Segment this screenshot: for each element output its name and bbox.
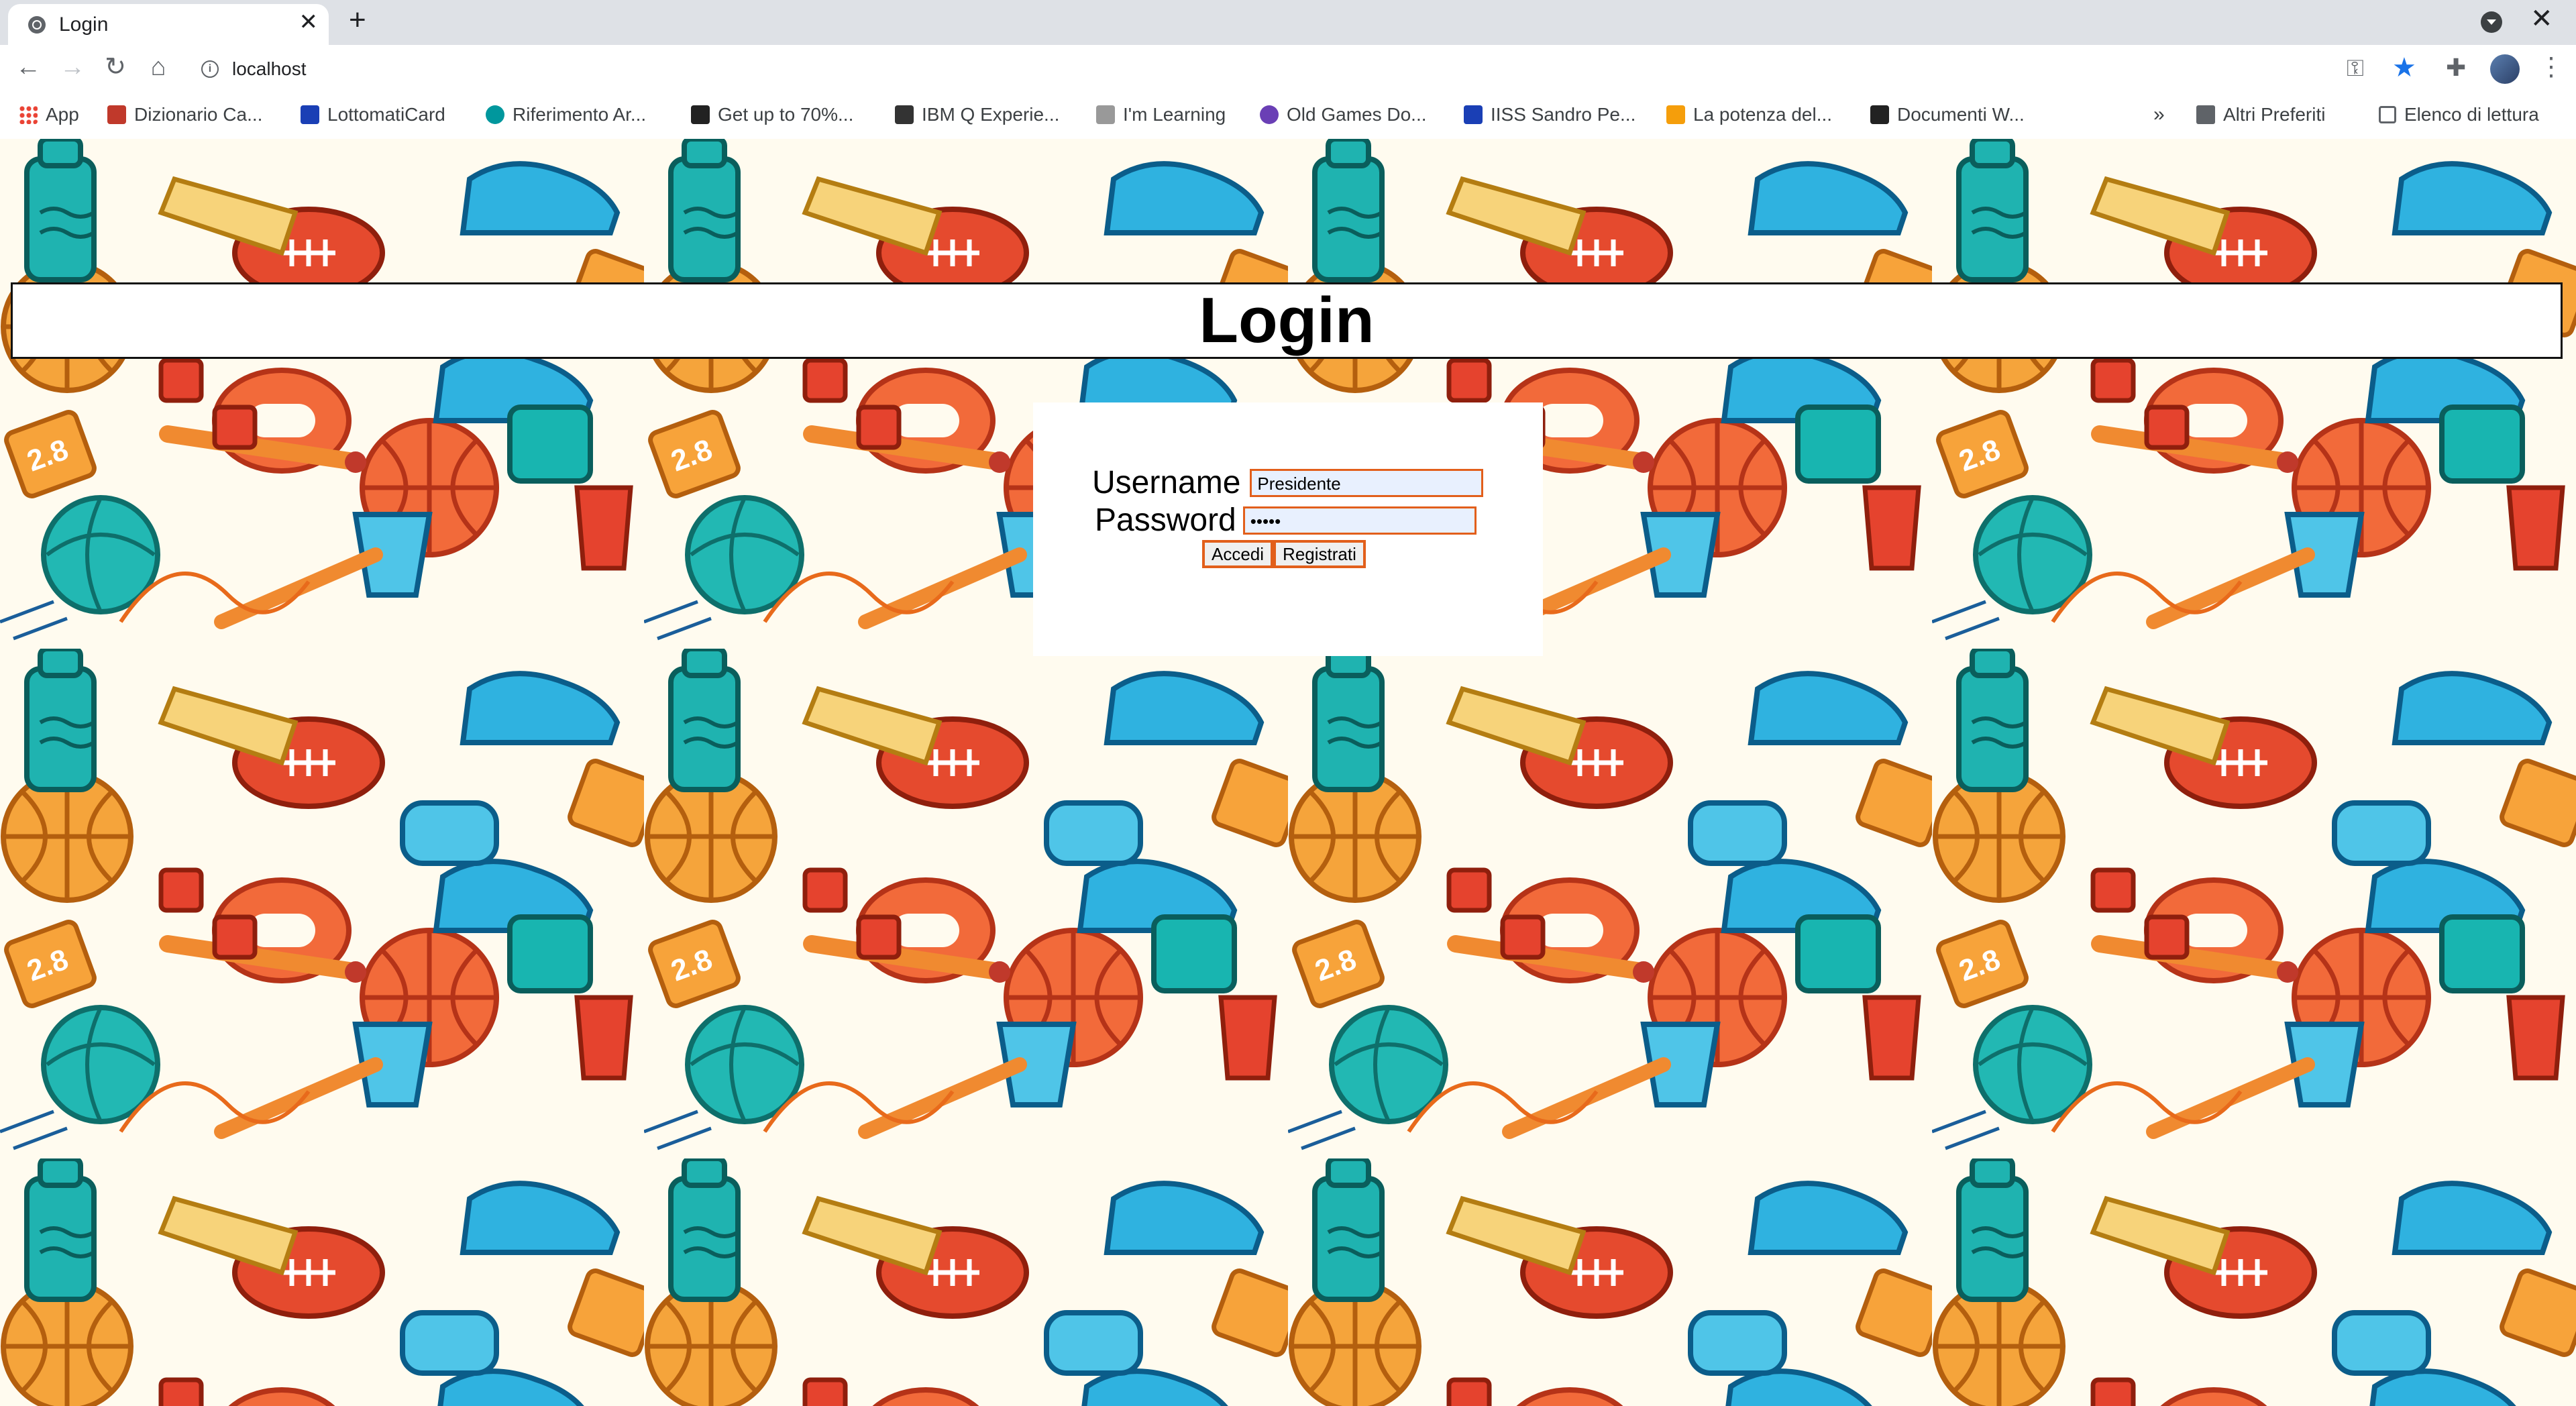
password-key-icon[interactable]: ⚿ xyxy=(2347,57,2364,80)
bookmark-ibm-q[interactable]: IBM Q Experie... xyxy=(895,101,1059,128)
url-text: localhost xyxy=(232,58,307,79)
back-icon[interactable]: ← xyxy=(13,54,43,80)
page-title: Login xyxy=(1199,284,1375,356)
password-input[interactable]: ••••• xyxy=(1242,506,1477,535)
bookmark-old-games[interactable]: Old Games Do... xyxy=(1260,101,1427,128)
address-bar[interactable]: i localhost xyxy=(188,50,2388,88)
register-button[interactable]: Registrati xyxy=(1273,540,1366,568)
q-logo-icon xyxy=(895,105,914,124)
learning-icon xyxy=(1096,105,1115,124)
login-form: Username Presidente Password ••••• Acced… xyxy=(1033,402,1543,656)
tab-strip: Login ✕ + ✕ xyxy=(0,0,2576,45)
site-info-icon[interactable]: i xyxy=(201,60,219,78)
home-icon[interactable]: ⌂ xyxy=(144,54,173,80)
password-row: Password ••••• xyxy=(1095,502,1477,539)
com-logo-icon xyxy=(691,105,710,124)
bookmark-folder-altri-preferiti[interactable]: Altri Preferiti xyxy=(2196,101,2325,128)
bookmark-dizionario[interactable]: Dizionario Ca... xyxy=(107,101,262,128)
school-icon xyxy=(1464,105,1483,124)
bookmark-im-learning[interactable]: I'm Learning xyxy=(1096,101,1226,128)
bookmarks-bar: App Dizionario Ca... LottomatiCard Rifer… xyxy=(0,93,2576,140)
s-logo-icon xyxy=(301,105,319,124)
bookmark-iiss[interactable]: IISS Sandro Pe... xyxy=(1464,101,1635,128)
reload-icon[interactable]: ↻ xyxy=(101,54,130,80)
bookmarks-overflow-button[interactable]: » xyxy=(2153,101,2165,128)
forward-icon[interactable]: → xyxy=(58,54,87,80)
amazon-icon xyxy=(1666,105,1685,124)
page-header: Login xyxy=(11,282,2563,359)
profile-avatar[interactable] xyxy=(2490,54,2520,84)
bookmark-documenti[interactable]: Documenti W... xyxy=(1870,101,2025,128)
window-close-icon[interactable]: ✕ xyxy=(2530,5,2553,32)
bookmark-app[interactable]: App xyxy=(19,101,79,128)
button-row: Accedi Registrati xyxy=(1202,540,1366,568)
reading-list-button[interactable]: Elenco di lettura xyxy=(2379,101,2539,128)
password-label: Password xyxy=(1095,502,1236,538)
bookmark-la-potenza[interactable]: La potenza del... xyxy=(1666,101,1832,128)
page-body: 2.8 Login Username Presidente xyxy=(0,139,2576,1406)
close-tab-icon[interactable]: ✕ xyxy=(299,11,319,34)
shield-icon xyxy=(107,105,126,124)
bookmark-riferimento[interactable]: Riferimento Ar... xyxy=(486,101,646,128)
reading-list-icon xyxy=(2379,106,2396,123)
globe-icon xyxy=(1260,105,1279,124)
bookmark-lottomaticard[interactable]: LottomatiCard xyxy=(301,101,445,128)
tab-login[interactable]: Login ✕ xyxy=(8,4,329,45)
extensions-puzzle-icon[interactable]: ✚ xyxy=(2446,56,2466,80)
username-label: Username xyxy=(1092,465,1241,500)
browser-menu-icon[interactable]: ⋮ xyxy=(2538,54,2564,80)
login-button[interactable]: Accedi xyxy=(1202,540,1274,568)
folder-icon xyxy=(2196,105,2215,124)
username-row: Username Presidente xyxy=(1092,464,1484,501)
apps-grid-icon xyxy=(19,105,38,124)
username-input[interactable]: Presidente xyxy=(1250,468,1484,497)
bookmark-star-icon[interactable]: ★ xyxy=(2392,54,2416,81)
globe-icon xyxy=(28,16,46,34)
document-icon xyxy=(1870,105,1889,124)
tab-title: Login xyxy=(59,13,109,36)
bookmark-get-up-to[interactable]: Get up to 70%... xyxy=(691,101,853,128)
new-tab-button[interactable]: + xyxy=(349,5,366,35)
arduino-icon xyxy=(486,105,504,124)
browser-toolbar: ← → ↻ ⌂ i localhost ⚿ ★ ✚ ⋮ xyxy=(0,45,2576,93)
tab-search-icon[interactable] xyxy=(2481,11,2502,33)
